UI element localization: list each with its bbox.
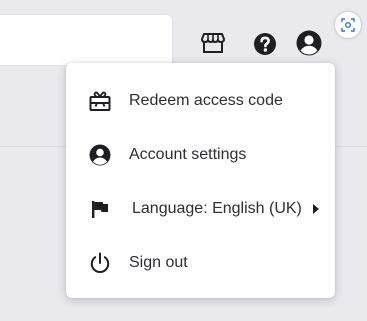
menu-item-label: Language: English (UK) — [132, 200, 302, 217]
flag-icon — [92, 201, 108, 218]
gift-icon — [89, 91, 111, 111]
screenshot-focus-button[interactable] — [335, 12, 361, 38]
store-icon[interactable] — [201, 33, 225, 53]
search-field[interactable] — [0, 14, 173, 66]
account-icon[interactable] — [295, 29, 323, 57]
account-menu: Redeem access code Account settings Lang… — [66, 63, 335, 298]
chevron-right-icon — [313, 204, 319, 214]
menu-item-label: Redeem access code — [129, 92, 283, 109]
menu-item-language[interactable]: Language: English (UK) — [66, 182, 335, 236]
menu-item-label: Sign out — [129, 254, 188, 271]
help-icon[interactable] — [253, 32, 277, 56]
screenshot-focus-icon — [341, 18, 355, 32]
menu-item-label: Account settings — [129, 146, 247, 163]
menu-item-account-settings[interactable]: Account settings — [66, 128, 335, 182]
menu-item-sign-out[interactable]: Sign out — [66, 236, 335, 290]
menu-item-redeem-access-code[interactable]: Redeem access code — [66, 74, 335, 128]
account-circle-icon — [89, 144, 111, 166]
power-icon — [90, 252, 110, 274]
